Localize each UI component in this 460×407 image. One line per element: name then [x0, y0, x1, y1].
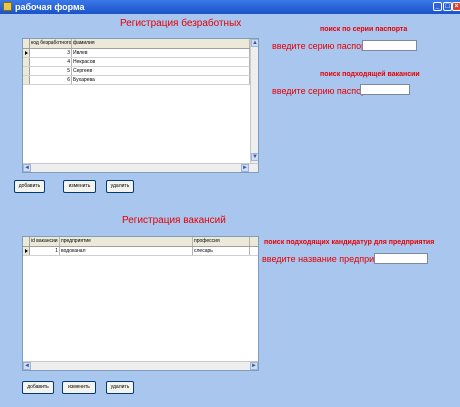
cell-profession[interactable]: слесарь: [193, 247, 250, 255]
cell-unemployed-id[interactable]: 5: [30, 67, 72, 75]
header-indicator: [23, 237, 30, 246]
col-header-vacancy-id[interactable]: id вакансии: [30, 237, 60, 246]
minimize-icon[interactable]: _: [433, 2, 442, 11]
header-indicator: [23, 39, 30, 48]
delete-unemployed-button[interactable]: удалить: [106, 180, 134, 193]
horizontal-scrollbar[interactable]: ◄ ►: [23, 163, 258, 172]
passport-search-label: введите серию паспорта: [272, 41, 375, 51]
vacancies-grid-header: id вакансии предприятие профессия: [23, 237, 258, 247]
cell-unemployed-id[interactable]: 4: [30, 58, 72, 66]
cell-surname[interactable]: Сергеев: [72, 67, 250, 75]
scroll-left-icon[interactable]: ◄: [23, 164, 31, 172]
vacancies-heading: Регистрация вакансий: [122, 215, 226, 226]
add-vacancy-button[interactable]: добавить: [22, 381, 54, 394]
table-row[interactable]: 3 Ивлев: [23, 49, 258, 58]
row-selector[interactable]: [23, 58, 30, 66]
edit-vacancy-button[interactable]: изменить: [62, 381, 96, 394]
cell-vacancy-id[interactable]: 1: [30, 247, 60, 255]
scroll-up-icon[interactable]: ▲: [251, 39, 258, 47]
scroll-left-icon[interactable]: ◄: [23, 362, 31, 370]
window-titlebar[interactable]: рабочая форма _ □ ×: [0, 0, 460, 14]
scroll-right-icon[interactable]: ►: [241, 164, 249, 172]
vacancy-search-title: поиск подходящей вакансии: [320, 71, 420, 78]
maximize-icon[interactable]: □: [443, 2, 452, 11]
close-icon[interactable]: ×: [452, 2, 460, 11]
cell-unemployed-id[interactable]: 3: [30, 49, 72, 57]
edit-unemployed-button[interactable]: изменить: [63, 180, 96, 193]
row-selector-icon[interactable]: [23, 247, 30, 255]
candidate-search-title: поиск подходящих кандидатур для предприя…: [264, 239, 435, 246]
scroll-right-icon[interactable]: ►: [250, 362, 258, 370]
cell-surname[interactable]: Ивлев: [72, 49, 250, 57]
cell-unemployed-id[interactable]: 6: [30, 76, 72, 84]
unemployed-grid-header: код безработного фамилия: [23, 39, 258, 49]
table-row[interactable]: 1 водоканал слесарь: [23, 247, 258, 256]
app-icon: [3, 2, 12, 11]
cell-surname[interactable]: Бухарева: [72, 76, 250, 84]
delete-vacancy-button[interactable]: удалить: [106, 381, 134, 394]
add-unemployed-button[interactable]: добавить: [14, 180, 45, 193]
company-name-input[interactable]: [374, 253, 428, 264]
unemployed-heading: Регистрация безработных: [120, 18, 242, 29]
scroll-down-icon[interactable]: ▼: [251, 153, 258, 161]
window-title: рабочая форма: [15, 2, 85, 12]
passport-series-input[interactable]: [362, 40, 417, 51]
cell-company[interactable]: водоканал: [60, 247, 193, 255]
passport-search-title: поиск по серии паспорта: [320, 26, 408, 33]
vacancies-grid[interactable]: id вакансии предприятие профессия 1 водо…: [22, 236, 259, 371]
col-header-company[interactable]: предприятие: [60, 237, 193, 246]
col-header-unemployed-id[interactable]: код безработного: [30, 39, 72, 48]
unemployed-grid[interactable]: код безработного фамилия 3 Ивлев 4 Некра…: [22, 38, 259, 173]
vertical-scrollbar[interactable]: ▲ ▼: [250, 39, 258, 163]
cell-surname[interactable]: Некрасов: [72, 58, 250, 66]
vacancy-passport-input[interactable]: [360, 84, 410, 95]
row-selector[interactable]: [23, 67, 30, 75]
col-header-profession[interactable]: профессия: [193, 237, 250, 246]
col-header-surname[interactable]: фамилия: [72, 39, 250, 48]
table-row[interactable]: 6 Бухарева: [23, 76, 258, 85]
horizontal-scrollbar[interactable]: ◄ ►: [23, 361, 258, 370]
table-row[interactable]: 5 Сергеев: [23, 67, 258, 76]
row-selector[interactable]: [23, 76, 30, 84]
table-row[interactable]: 4 Некрасов: [23, 58, 258, 67]
row-selector-icon[interactable]: [23, 49, 30, 57]
